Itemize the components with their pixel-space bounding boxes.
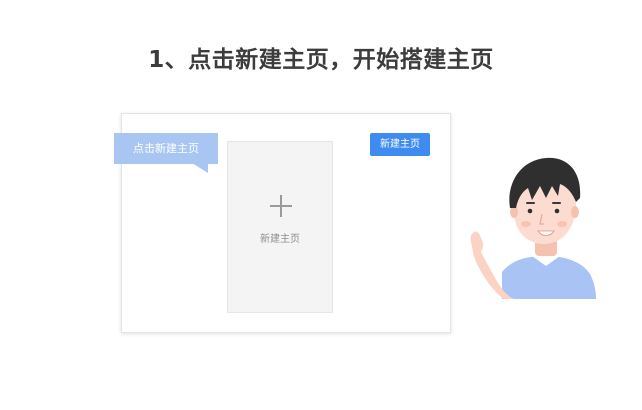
new-home-card[interactable]: 新建主页 — [227, 141, 333, 313]
hint-tooltip-tail — [192, 163, 208, 173]
waving-person-illustration — [470, 157, 596, 299]
eye-left — [527, 208, 533, 214]
hint-tooltip: 点击新建主页 — [114, 133, 218, 164]
plus-icon — [270, 195, 292, 217]
step-title: 1、点击新建主页，开始搭建主页 — [148, 47, 494, 73]
eyebrow-left — [526, 202, 535, 204]
cheek-left — [521, 221, 531, 227]
new-home-button[interactable]: 新建主页 — [370, 133, 430, 156]
new-home-card-label: 新建主页 — [260, 234, 300, 245]
ear-right — [571, 206, 579, 218]
tutorial-stage: 1、点击新建主页，开始搭建主页 新建主页 新建主页 点击新建主页 — [0, 0, 642, 410]
cheek-right — [557, 221, 567, 227]
eye-right — [554, 208, 560, 214]
eyebrow-right — [552, 202, 561, 204]
